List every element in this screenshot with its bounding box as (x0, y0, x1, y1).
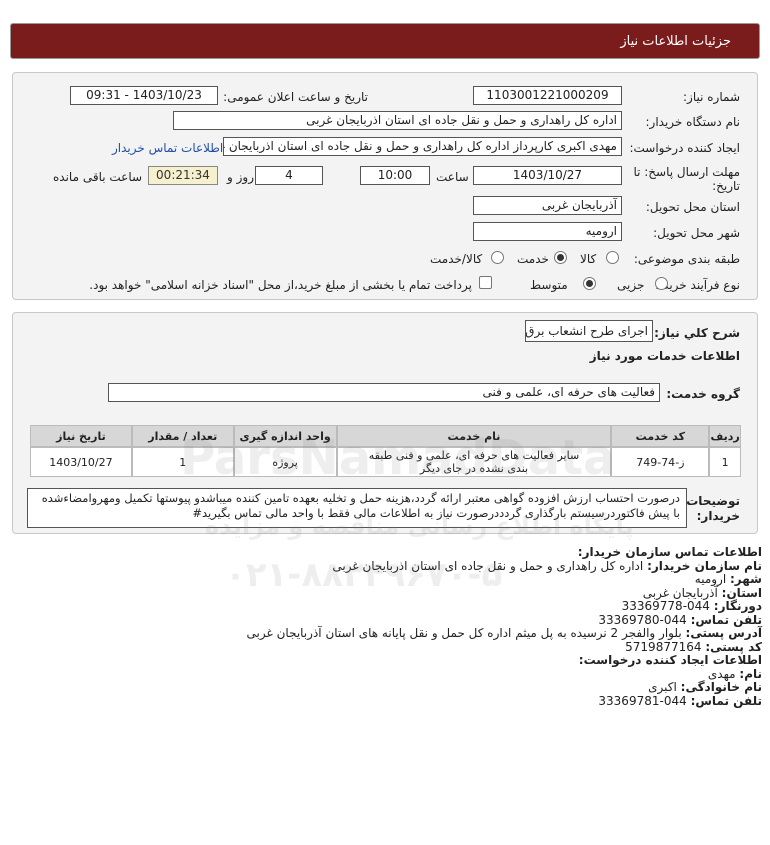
services-info-title: اطلاعات خدمات مورد نیاز (589, 349, 740, 363)
org-name-value: اداره کل راهداری و حمل و نقل جاده ای است… (332, 558, 644, 573)
services-table: ردیف کد خدمت نام خدمت واحد اندازه گیری ت… (30, 425, 741, 477)
deadline-time-label: ساعت (436, 170, 469, 184)
address-value: بلوار والفجر 2 نرسیده به پل میثم اداره ک… (246, 626, 682, 640)
creator-field: مهدی اکبری کارپرداز اداره کل راهداری و ح… (223, 137, 622, 156)
first-name-value: مهدی (707, 666, 736, 681)
last-name-value: اکبری (648, 680, 677, 694)
fax-key: دورنگار: (713, 599, 762, 613)
general-desc-field: اجرای طرح انشعاب برق (525, 320, 653, 342)
postal-key: کد پستی: (705, 639, 762, 654)
category-label: طبقه بندی موضوعی: (633, 252, 740, 266)
category-option-goods: کالا (580, 252, 597, 266)
remaining-label: ساعت باقی مانده (53, 170, 143, 184)
announce-datetime-field: 1403/10/23 - 09:31 (70, 86, 218, 105)
page-header: جزئیات اطلاعات نیاز (10, 23, 760, 59)
contact-province-value: آذربایجان غربی (642, 585, 718, 600)
table-row: 1 ز-74-749 سایر فعالیت های حرفه ای، علمی… (30, 447, 741, 477)
process-label: نوع فرآیند خرید : (655, 278, 740, 292)
contact-city-key: شهر: (730, 572, 762, 586)
city-field: ارومیه (473, 222, 622, 241)
days-remaining-field: 4 (255, 166, 323, 185)
phone-value: 044-33369780 (598, 612, 687, 627)
contact-title: اطلاعات تماس سازمان خریدار: (577, 545, 762, 559)
buyer-contact-section: اطلاعات تماس سازمان خریدار: نام سازمان خ… (22, 545, 762, 708)
creator-info-title: اطلاعات ایجاد کننده درخواست: (578, 653, 762, 667)
city-label: شهر محل تحویل: (653, 226, 740, 240)
contact-city-value: ارومیه (694, 572, 727, 586)
last-name-key: نام خانوادگی: (680, 680, 762, 694)
col-name-header: نام خدمت (336, 425, 612, 447)
postal-value: 5719877164 (625, 639, 702, 654)
category-option-service: خدمت (517, 252, 549, 266)
days-label: روز و (227, 170, 254, 184)
general-desc-label: شرح کلي نیاز: (654, 326, 740, 340)
announce-label: تاریخ و ساعت اعلان عمومی: (223, 90, 368, 104)
category-radio-service[interactable] (554, 251, 567, 264)
creator-label: ایجاد کننده درخواست: (629, 141, 740, 155)
process-radio-minor[interactable] (655, 277, 668, 290)
category-radio-goods-service[interactable] (491, 251, 504, 264)
creator-phone-key: تلفن تماس: (690, 693, 762, 708)
services-table-header-row: ردیف کد خدمت نام خدمت واحد اندازه گیری ت… (30, 425, 741, 447)
treasury-payment-note: پرداخت تمام یا بخشی از مبلغ خرید،از محل … (89, 278, 472, 292)
process-radio-medium[interactable] (583, 277, 596, 290)
deadline-date-field: 1403/10/27 (473, 166, 622, 185)
creator-phone-value: 044-33369781 (598, 693, 687, 708)
category-radio-goods[interactable] (606, 251, 619, 264)
col-qty-header: تعداد / مقدار (131, 425, 234, 447)
province-label: استان محل تحویل: (645, 200, 740, 214)
first-name-key: نام: (739, 666, 762, 681)
buyer-org-label: نام دستگاه خریدار: (645, 115, 741, 129)
unit-cell: پروژه (233, 447, 337, 477)
contact-province-key: استان: (721, 585, 762, 600)
need-number-field: 1103001221000209 (473, 86, 622, 105)
col-unit-header: واحد اندازه گیری (233, 425, 337, 447)
deadline-time-field: 10:00 (360, 166, 430, 185)
col-row-header: ردیف (709, 425, 741, 447)
buyer-org-field: اداره کل راهداری و حمل و نقل جاده ای است… (173, 111, 622, 130)
remaining-timer: 00:21:34 (148, 166, 218, 185)
process-option-medium: متوسط (530, 278, 568, 292)
quantity-cell: 1 (131, 447, 234, 477)
buyer-contact-link[interactable]: اطلاعات تماس خریدار (112, 141, 223, 155)
fax-value: 044-33369778 (621, 599, 710, 613)
service-code-cell: ز-74-749 (611, 447, 710, 477)
org-name-key: نام سازمان خریدار: (647, 558, 762, 573)
address-key: آدرس پستی: (685, 626, 762, 640)
need-date-cell: 1403/10/27 (30, 447, 132, 477)
service-group-label: گروه خدمت: (666, 387, 740, 401)
col-date-header: تاریخ نیاز (30, 425, 132, 447)
province-field: آذربایجان غربی (473, 196, 622, 215)
buyer-notes-label: توضیحات خریدار: (686, 494, 740, 523)
category-option-goods-service: کالا/خدمت (430, 252, 483, 266)
treasury-payment-checkbox[interactable] (479, 276, 492, 289)
service-group-field: فعالیت های حرفه ای، علمی و فنی (108, 383, 660, 402)
phone-key: تلفن تماس: (690, 612, 762, 627)
need-number-label: شماره نیاز: (683, 90, 740, 104)
deadline-label: مهلت ارسال پاسخ: تا تاریخ: (633, 165, 740, 193)
col-code-header: کد خدمت (611, 425, 710, 447)
process-option-minor: جزیی (617, 278, 645, 292)
row-number-cell: 1 (709, 447, 741, 477)
page-title: جزئیات اطلاعات نیاز (620, 34, 731, 49)
buyer-notes-field: درصورت احتساب ارزش افزوده گواهی معتبر ار… (27, 488, 687, 528)
service-name-cell: سایر فعالیت های حرفه ای، علمی و فنی طبقه… (336, 447, 612, 477)
